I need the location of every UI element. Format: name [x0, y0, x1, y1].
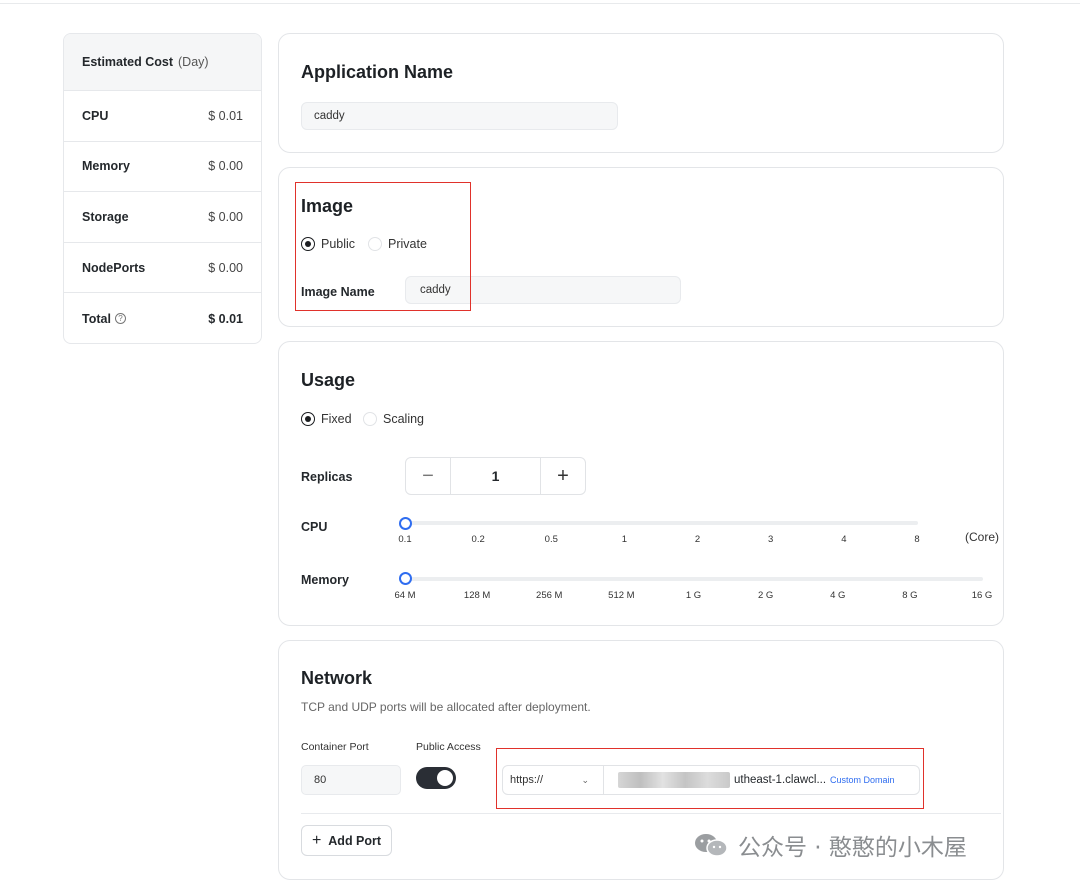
memory-tick-label: 128 M	[463, 590, 491, 601]
cost-value: $ 0.01	[208, 311, 243, 326]
watermark-text: 公众号 · 憨憨的小木屋	[738, 835, 967, 861]
radio-selected-icon	[301, 412, 315, 426]
memory-slider-handle[interactable]	[399, 572, 412, 585]
cost-label: Memory	[82, 159, 130, 174]
network-divider	[301, 813, 1001, 814]
cpu-unit: (Core)	[965, 530, 1000, 544]
cost-value: $ 0.01	[208, 108, 243, 123]
minus-button[interactable]: −	[406, 458, 450, 494]
cpu-tick-label: 0.5	[544, 534, 558, 545]
memory-tick-label: 256 M	[536, 590, 563, 601]
application-name-input[interactable]: caddy	[301, 102, 618, 130]
radio-scaling[interactable]: Scaling	[363, 412, 424, 426]
cost-row-nodeports: NodePorts $ 0.00	[64, 243, 261, 294]
cost-row-storage: Storage $ 0.00	[64, 192, 261, 243]
cpu-tick-label: 3	[768, 534, 774, 545]
radio-unselected-icon	[363, 412, 377, 426]
cost-row-memory: Memory $ 0.00	[64, 142, 261, 193]
radio-fixed[interactable]: Fixed	[301, 412, 352, 426]
usage-title: Usage	[301, 370, 356, 390]
cost-total-label-wrap: Total ?	[82, 312, 126, 326]
cost-header: Estimated Cost (Day)	[64, 34, 261, 91]
memory-tick-label: 64 M	[394, 590, 416, 601]
usage-card: Usage Fixed Scaling Replicas − 1 + CPU 0…	[278, 341, 1004, 626]
top-divider	[0, 3, 1080, 4]
cpu-tick-label: 4	[841, 534, 847, 545]
estimated-cost-panel: Estimated Cost (Day) CPU $ 0.01 Memory $…	[63, 33, 262, 344]
plus-button[interactable]: +	[541, 458, 585, 494]
cost-label: Total	[82, 311, 111, 326]
radio-label: Scaling	[383, 412, 424, 426]
cpu-tick-label: 8	[914, 534, 920, 545]
network-subtitle: TCP and UDP ports will be allocated afte…	[301, 700, 591, 714]
wechat-icon	[695, 834, 728, 857]
memory-tick-label: 512 M	[608, 590, 635, 601]
watermark: 公众号 · 憨憨的小木屋	[694, 828, 967, 862]
cost-label: NodePorts	[82, 260, 146, 275]
cost-label: Storage	[82, 209, 129, 224]
plus-icon: +	[311, 831, 322, 849]
cost-title: Estimated Cost	[82, 55, 173, 69]
add-port-button[interactable]: + Add Port	[301, 825, 392, 856]
memory-label: Memory	[301, 573, 349, 587]
memory-tick-label: 1 G	[685, 590, 702, 601]
network-title: Network	[301, 668, 373, 688]
cost-value: $ 0.00	[208, 159, 243, 174]
cpu-slider-track[interactable]	[405, 521, 918, 525]
public-access-label: Public Access	[416, 741, 481, 753]
cpu-slider-handle[interactable]	[399, 517, 412, 530]
memory-tick-label: 2 G	[757, 590, 774, 601]
container-port-input[interactable]: 80	[301, 765, 401, 795]
highlight-box-domain	[496, 748, 924, 809]
cost-row-total: Total ? $ 0.01	[64, 293, 261, 343]
application-name-card: Application Name caddy	[278, 33, 1004, 153]
cost-unit: (Day)	[178, 55, 209, 69]
application-name-title: Application Name	[301, 62, 454, 82]
memory-tick-label: 8 G	[902, 590, 918, 601]
highlight-box-image	[295, 182, 471, 311]
cpu-tick-label: 2	[694, 534, 701, 545]
cpu-tick-label: 0.1	[398, 534, 412, 545]
cost-label: CPU	[82, 108, 109, 123]
memory-slider-track[interactable]	[405, 577, 983, 581]
radio-label: Fixed	[321, 412, 352, 426]
cost-value: $ 0.00	[208, 260, 243, 275]
cpu-tick-label: 0.2	[471, 534, 485, 545]
replicas-label: Replicas	[301, 470, 353, 484]
replicas-stepper: − 1 +	[405, 457, 586, 495]
replicas-value[interactable]: 1	[450, 458, 541, 494]
help-circle-icon[interactable]: ?	[114, 313, 126, 325]
memory-tick-label: 16 G	[971, 590, 993, 601]
cpu-tick-label: 1	[621, 534, 628, 545]
container-port-label: Container Port	[301, 741, 369, 753]
cost-value: $ 0.00	[208, 209, 243, 224]
cpu-label: CPU	[301, 520, 328, 534]
memory-tick-label: 4 G	[830, 590, 846, 601]
cost-row-cpu: CPU $ 0.01	[64, 91, 261, 142]
add-port-label: Add Port	[328, 833, 382, 848]
public-access-toggle[interactable]	[416, 767, 456, 789]
